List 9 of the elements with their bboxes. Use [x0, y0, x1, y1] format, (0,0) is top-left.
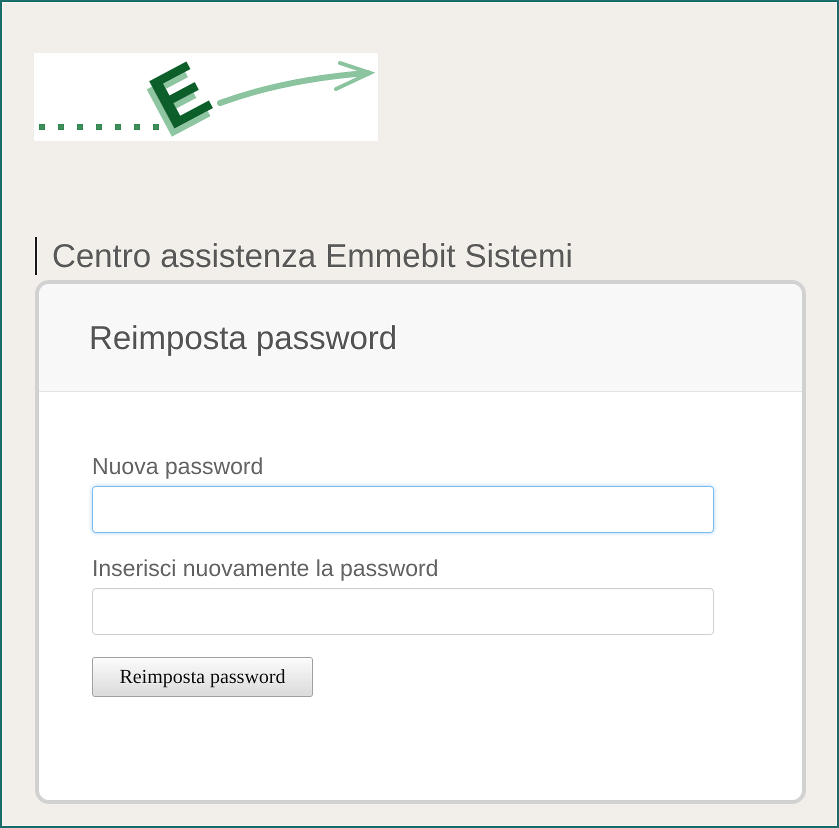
password-field[interactable] — [92, 588, 714, 635]
arrow-icon — [217, 61, 376, 106]
page-title: Centro assistenza Emmebit Sistemi — [35, 237, 573, 275]
field-label: Inserisci nuovamente la password — [92, 554, 438, 583]
password-field[interactable] — [92, 486, 714, 533]
form-title: Reimposta password — [89, 318, 398, 356]
logo-letter: E — [136, 53, 224, 141]
field-label: Nuova password — [92, 452, 264, 481]
submit-button[interactable]: Reimposta password — [92, 657, 313, 697]
